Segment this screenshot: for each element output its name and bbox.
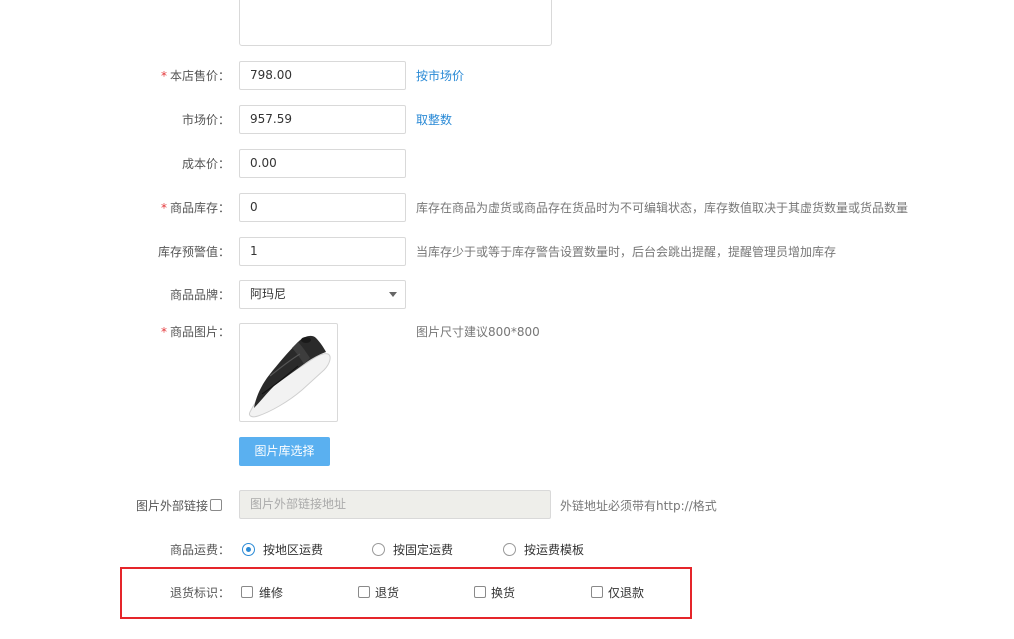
brand-select[interactable]: 阿玛尼 <box>239 280 406 309</box>
return-tag-refund-only-checkbox[interactable] <box>591 586 603 598</box>
round-number-link[interactable]: 取整数 <box>416 112 452 128</box>
store-price-input[interactable]: 798.00 <box>239 61 406 90</box>
external-link-label: 图片外部链接： <box>135 499 220 513</box>
shipping-radio-region[interactable] <box>242 543 255 556</box>
shipping-label: 商品运费： <box>169 543 230 557</box>
cost-price-input[interactable]: 0.00 <box>239 149 406 178</box>
return-tag-exchange-checkbox[interactable] <box>474 586 486 598</box>
return-tag-return-checkbox[interactable] <box>358 586 370 598</box>
cost-price-label: 成本价： <box>181 157 230 171</box>
return-tag-exchange-label[interactable]: 换货 <box>491 585 515 601</box>
product-image-label: * 商品图片： <box>160 325 230 339</box>
shipping-option-region[interactable]: 按地区运费 <box>263 542 323 558</box>
stock-input[interactable]: 0 <box>239 193 406 222</box>
stock-label: * 商品库存： <box>160 201 230 215</box>
shipping-option-fixed[interactable]: 按固定运费 <box>393 542 453 558</box>
external-link-hint: 外链地址必须带有http://格式 <box>560 499 717 513</box>
shoe-image <box>249 335 331 418</box>
brand-label: 商品品牌： <box>169 288 230 302</box>
product-image-hint: 图片尺寸建议800*800 <box>416 325 540 339</box>
return-tags-label: 退货标识： <box>169 586 230 600</box>
shipping-radio-fixed[interactable] <box>372 543 385 556</box>
external-link-checkbox[interactable] <box>210 499 222 511</box>
return-tag-refund-only-label[interactable]: 仅退款 <box>608 585 644 601</box>
description-textarea[interactable] <box>239 0 552 46</box>
shipping-option-template[interactable]: 按运费模板 <box>524 542 584 558</box>
brand-selected-value: 阿玛尼 <box>250 287 287 301</box>
market-price-label: 市场价： <box>181 113 230 127</box>
return-tag-return-label[interactable]: 退货 <box>375 585 399 601</box>
shipping-radio-template[interactable] <box>503 543 516 556</box>
return-tag-repair-checkbox[interactable] <box>241 586 253 598</box>
store-price-label: * 本店售价： <box>160 69 230 83</box>
return-tag-repair-label[interactable]: 维修 <box>259 585 283 601</box>
caret-down-icon <box>389 292 397 297</box>
stock-warning-hint: 当库存少于或等于库存警告设置数量时，后台会跳出提醒，提醒管理员增加库存 <box>416 245 837 259</box>
stock-warning-label: 库存预警值： <box>157 245 230 259</box>
stock-warning-input[interactable]: 1 <box>239 237 406 266</box>
use-market-price-link[interactable]: 按市场价 <box>416 68 464 84</box>
stock-hint: 库存在商品为虚货或商品存在货品时为不可编辑状态，库存数值取决于其虚货数量或货品数… <box>416 201 909 215</box>
market-price-input[interactable]: 957.59 <box>239 105 406 134</box>
image-library-button[interactable]: 图片库选择 <box>239 437 330 466</box>
external-link-input[interactable]: 图片外部链接地址 <box>239 490 551 519</box>
product-image-thumbnail[interactable] <box>239 323 338 422</box>
